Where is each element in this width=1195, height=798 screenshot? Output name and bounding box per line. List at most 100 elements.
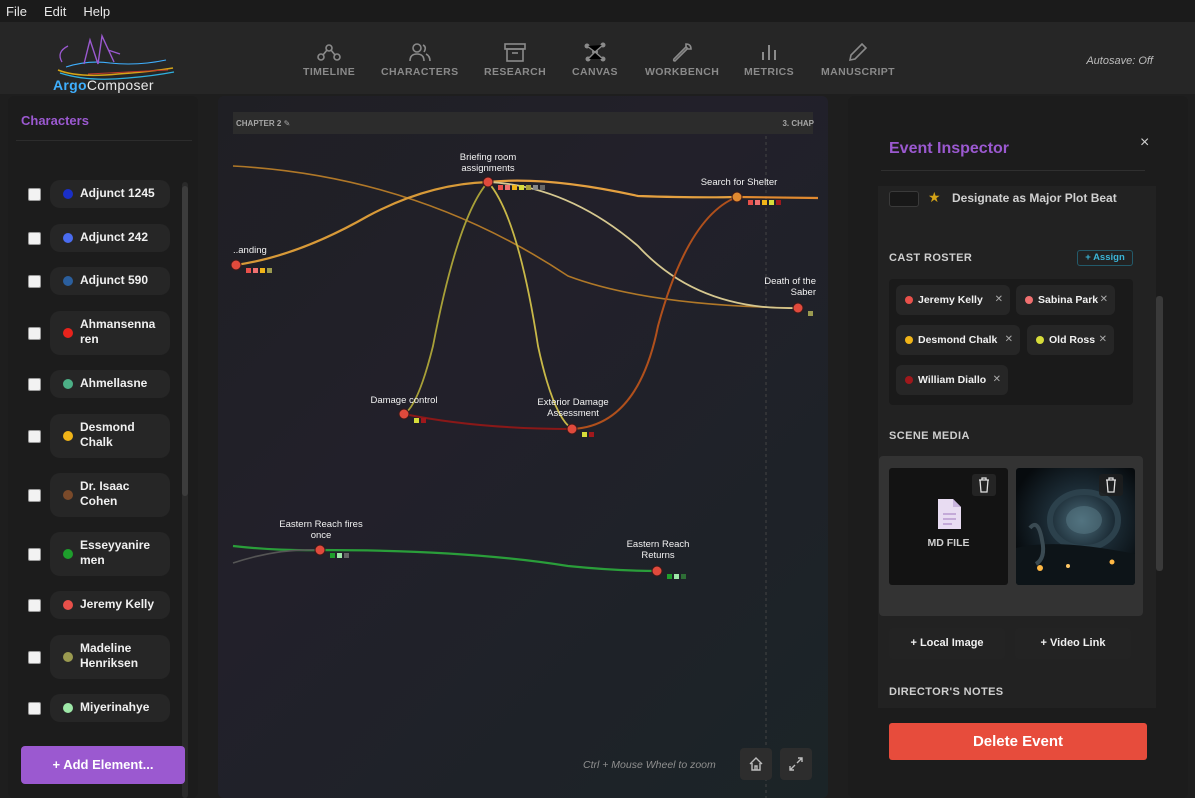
event-node: [651, 565, 663, 577]
character-chip[interactable]: Miyerinahye: [50, 694, 170, 722]
character-checkbox[interactable]: [28, 275, 41, 288]
character-color-dot: [63, 431, 73, 441]
character-chip[interactable]: Madeline Henriksen: [50, 635, 170, 679]
character-color-dot: [905, 376, 913, 384]
character-chip[interactable]: Adjunct 590: [50, 267, 170, 295]
delete-media-button[interactable]: [972, 474, 996, 496]
event-label[interactable]: Briefing room assignments: [450, 152, 526, 174]
app-header: ArgoComposer TIMELINE CHARACTERS RESEARC…: [0, 22, 1195, 94]
remove-icon[interactable]: ✕: [1100, 285, 1108, 315]
nav-characters-label: CHARACTERS: [381, 66, 459, 78]
nav-workbench[interactable]: WORKBENCH: [645, 42, 719, 78]
character-checkbox[interactable]: [28, 378, 41, 391]
character-checkbox[interactable]: [28, 430, 41, 443]
inspector-scrollbar[interactable]: [1156, 296, 1163, 571]
canvas-nodes-icon: [584, 42, 606, 62]
zoom-hint: Ctrl + Mouse Wheel to zoom: [583, 759, 716, 771]
menu-file[interactable]: File: [6, 4, 27, 19]
major-beat-toggle[interactable]: [889, 191, 919, 207]
event-node: [482, 176, 494, 188]
character-name: Adjunct 1245: [80, 186, 155, 200]
character-color-dot: [63, 189, 73, 199]
delete-media-button[interactable]: [1099, 474, 1123, 496]
md-file-tile[interactable]: MD FILE: [889, 468, 1008, 585]
character-name: Esseyyanire men: [80, 538, 151, 567]
event-node: [314, 544, 326, 556]
event-node: [792, 302, 804, 314]
character-chip[interactable]: Adjunct 1245: [50, 180, 170, 208]
home-view-button[interactable]: [740, 748, 772, 780]
nav-workbench-label: WORKBENCH: [645, 66, 720, 78]
menu-help[interactable]: Help: [83, 4, 110, 19]
event-node: [230, 259, 242, 271]
scene-image-thumbnail[interactable]: [1016, 468, 1135, 585]
cast-chip[interactable]: Desmond Chalk ✕: [896, 325, 1020, 355]
autosave-status[interactable]: Autosave: Off: [1086, 55, 1153, 67]
nav-canvas[interactable]: CANVAS: [572, 42, 618, 78]
add-video-link-button[interactable]: + Video Link: [1015, 628, 1131, 659]
cast-chip[interactable]: Sabina Park ✕: [1016, 285, 1115, 315]
character-chip[interactable]: Jeremy Kelly: [50, 591, 170, 619]
character-color-dot: [63, 549, 73, 559]
character-checkbox[interactable]: [28, 327, 41, 340]
timeline-graph[interactable]: [218, 96, 828, 798]
add-element-button[interactable]: + Add Element...: [21, 746, 185, 784]
nav-manuscript[interactable]: MANUSCRIPT: [821, 42, 895, 78]
character-chip[interactable]: Ahmellasne: [50, 370, 170, 398]
character-chip[interactable]: Ahmansenna ren: [50, 311, 170, 355]
menu-edit[interactable]: Edit: [44, 4, 66, 19]
character-checkbox[interactable]: [28, 188, 41, 201]
character-chip[interactable]: Esseyyanire men: [50, 532, 170, 576]
nav-metrics[interactable]: METRICS: [744, 42, 794, 78]
cast-chip[interactable]: Jeremy Kelly ✕: [896, 285, 1010, 315]
remove-icon[interactable]: ✕: [993, 365, 1001, 395]
character-color-dot: [905, 336, 913, 344]
cast-chip[interactable]: William Diallo ✕: [896, 365, 1008, 395]
event-label[interactable]: Exterior Damage Assessment: [530, 397, 616, 419]
character-color-dot: [63, 600, 73, 610]
character-color-dot: [63, 328, 73, 338]
app-logo-text: ArgoComposer: [53, 77, 154, 93]
wrench-icon: [672, 43, 692, 62]
delete-event-button[interactable]: Delete Event: [889, 723, 1147, 760]
remove-icon[interactable]: ✕: [1005, 325, 1013, 355]
event-node: [566, 423, 578, 435]
character-color-dot: [63, 490, 73, 500]
nav-research-label: RESEARCH: [484, 66, 547, 78]
event-label[interactable]: Eastern Reach Returns: [616, 539, 700, 561]
character-checkbox[interactable]: [28, 232, 41, 245]
remove-icon[interactable]: ✕: [995, 285, 1003, 315]
close-icon[interactable]: ×: [1140, 134, 1149, 152]
character-checkbox[interactable]: [28, 489, 41, 502]
nav-characters[interactable]: CHARACTERS: [381, 42, 459, 78]
event-label[interactable]: Damage control: [362, 395, 446, 406]
nav-timeline[interactable]: TIMELINE: [303, 42, 355, 78]
character-checkbox[interactable]: [28, 548, 41, 561]
event-label[interactable]: ..anding: [233, 245, 267, 256]
character-chip[interactable]: Desmond Chalk: [50, 414, 170, 458]
character-name: Ahmellasne: [80, 376, 148, 390]
nav-research[interactable]: RESEARCH: [484, 42, 546, 78]
nav-canvas-label: CANVAS: [572, 66, 618, 78]
event-label[interactable]: Death of the Saber: [752, 276, 816, 298]
character-color-dot: [63, 703, 73, 713]
remove-icon[interactable]: ✕: [1099, 325, 1107, 355]
event-label[interactable]: Eastern Reach fires once: [272, 519, 370, 541]
character-color-dot: [1036, 336, 1044, 344]
story-canvas[interactable]: CHAPTER 2 ✎ 3. CHAP Briefing room assign…: [218, 96, 828, 798]
fullscreen-button[interactable]: [780, 748, 812, 780]
character-color-dot: [905, 296, 913, 304]
cast-chip[interactable]: Old Ross ✕: [1027, 325, 1114, 355]
directors-notes-heading: DIRECTOR'S NOTES: [889, 686, 1004, 698]
character-list-scroll-thumb[interactable]: [182, 186, 188, 496]
add-local-image-button[interactable]: + Local Image: [889, 628, 1005, 659]
event-label[interactable]: Search for Shelter: [692, 177, 786, 188]
character-checkbox[interactable]: [28, 702, 41, 715]
nav-metrics-label: METRICS: [744, 66, 795, 78]
cast-chip-name: Desmond Chalk: [918, 334, 998, 346]
character-checkbox[interactable]: [28, 651, 41, 664]
character-checkbox[interactable]: [28, 599, 41, 612]
character-chip[interactable]: Adjunct 242: [50, 224, 170, 252]
character-chip[interactable]: Dr. Isaac Cohen: [50, 473, 170, 517]
assign-cast-button[interactable]: + Assign: [1077, 250, 1133, 266]
